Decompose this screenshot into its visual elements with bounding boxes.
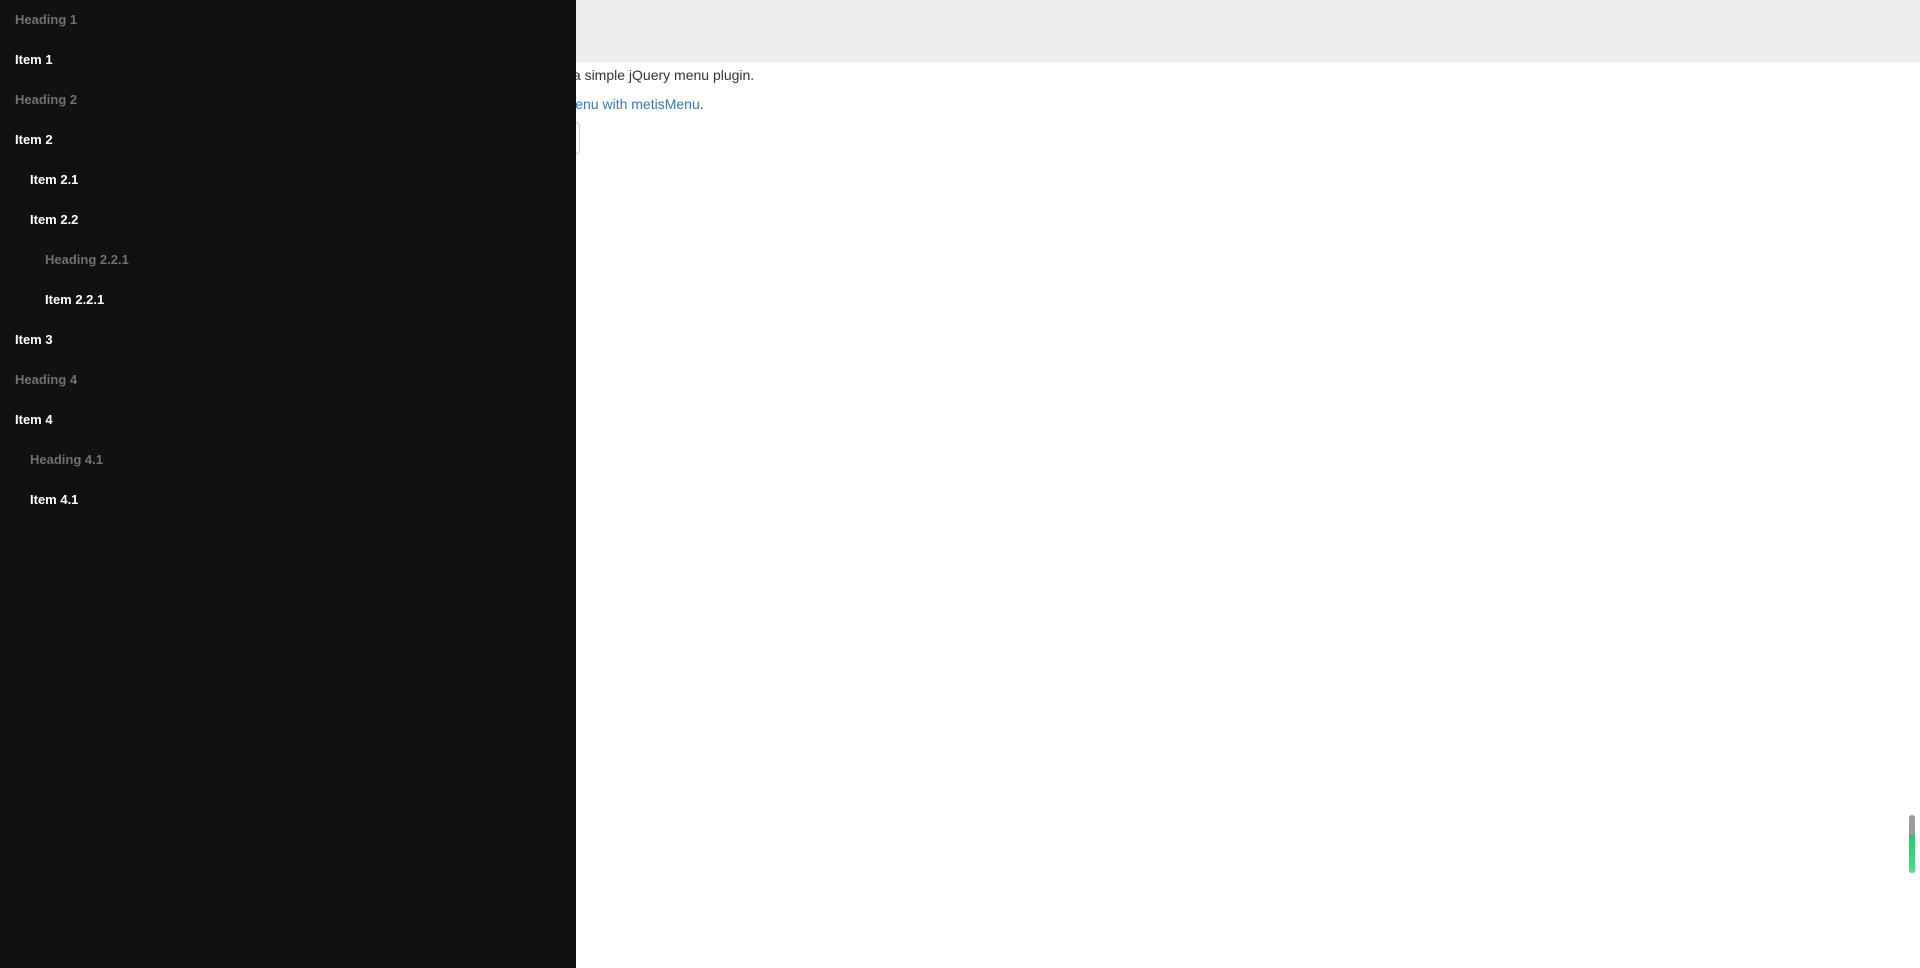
sidebar-item-4[interactable]: Item 4: [0, 400, 576, 440]
sidebar-item-2-1[interactable]: Item 2.1: [0, 160, 576, 200]
sidebar-menu: Heading 1 Item 1 Heading 2 Item 2 Item 2…: [0, 0, 576, 520]
scroll-indicator[interactable]: [1909, 815, 1915, 873]
sidebar-item-2-2[interactable]: Item 2.2: [0, 200, 576, 240]
sidebar: Heading 1 Item 1 Heading 2 Item 2 Item 2…: [0, 0, 576, 968]
sidebar-heading-4: Heading 4: [15, 372, 78, 387]
sidebar-item-2[interactable]: Item 2: [0, 120, 576, 160]
page: nu, a simple jQuery menu plugin. to Menu…: [0, 0, 1920, 968]
sidebar-heading-2: Heading 2: [15, 92, 78, 107]
sidebar-heading-4-1: Heading 4.1: [30, 452, 103, 467]
sidebar-item-4-1[interactable]: Item 4.1: [0, 480, 576, 520]
intro-rest-text: , a simple jQuery menu plugin.: [565, 67, 755, 83]
sidebar-item-3[interactable]: Item 3: [0, 320, 576, 360]
sidebar-heading-2-2-1: Heading 2.2.1: [45, 252, 129, 267]
scroll-indicator-thumb: [1909, 815, 1915, 835]
link-suffix: .: [699, 96, 704, 112]
scroll-indicator-fill: [1909, 835, 1915, 873]
sidebar-item-2-2-1[interactable]: Item 2.2.1: [0, 280, 576, 320]
sidebar-item-1[interactable]: Item 1: [0, 40, 576, 80]
intro-text: nu, a simple jQuery menu plugin.: [548, 65, 754, 85]
sidebar-heading-1: Heading 1: [15, 12, 78, 27]
